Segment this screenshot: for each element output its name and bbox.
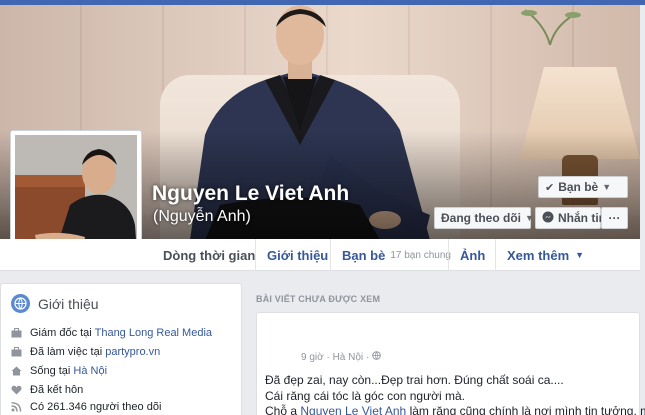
tab-photos[interactable]: Ảnh [448, 239, 496, 271]
globe-icon [11, 294, 30, 313]
home-icon [11, 366, 22, 377]
caret-down-icon: ▼ [575, 250, 585, 260]
mention-link[interactable]: Nguyen Le Viet Anh [300, 404, 406, 415]
more-options-button[interactable]: ··· [601, 207, 628, 229]
intro-item-followers: Có 261.346 người theo dõi [11, 401, 161, 413]
intro-panel: Giới thiệu Giám đốc tại Thang Long Real … [0, 283, 242, 415]
caret-down-icon: ▼ [525, 213, 534, 223]
profile-name[interactable]: Nguyen Le Viet Anh [152, 182, 349, 206]
caret-down-icon: ▼ [602, 182, 612, 192]
intro-item-past-work: Đã làm việc tại partypro.vn [11, 346, 160, 358]
globe-icon [372, 351, 381, 363]
message-button[interactable]: Nhắn tin [535, 207, 606, 229]
intro-item-lives-in: Sống tại Hà Nội [11, 365, 107, 377]
feed-post: 9 giờ · Hà Nội · Đã đẹp zai, nay còn...Đ… [256, 312, 645, 415]
tab-about[interactable]: Giới thiệu [255, 239, 339, 271]
check-icon: ✔ [545, 181, 555, 194]
tab-timeline[interactable]: Dòng thời gian [152, 239, 266, 271]
post-meta: 9 giờ · Hà Nội · [301, 351, 381, 363]
heart-icon [11, 385, 22, 396]
following-button[interactable]: Đang theo dõi ▼ [434, 207, 534, 229]
post-text: Đã đẹp zai, nay còn...Đẹp trai hơn. Đúng… [265, 373, 645, 415]
friends-button[interactable]: ✔ Bạn bè ▼ [538, 176, 628, 198]
tab-more[interactable]: Xem thêm ▼ [495, 239, 595, 271]
rss-icon [11, 402, 22, 413]
avatar [15, 135, 137, 253]
profile-alternate-name: (Nguyễn Anh) [153, 208, 251, 225]
intro-item-relationship: Đã kết hôn [11, 384, 83, 396]
briefcase-icon [11, 328, 22, 339]
intro-item-work: Giám đốc tại Thang Long Real Media [11, 327, 212, 339]
tab-friends[interactable]: Bạn bè 17 bạn chung [330, 239, 462, 271]
intro-header: Giới thiệu [11, 294, 99, 313]
city-link[interactable]: Hà Nội [73, 365, 107, 377]
profile-tabbar: Dòng thời gian Giới thiệu Bạn bè 17 bạn … [0, 239, 640, 271]
past-employer-link[interactable]: partypro.vn [105, 346, 160, 358]
intro-title: Giới thiệu [38, 295, 99, 312]
messenger-icon [542, 211, 554, 226]
unseen-posts-label: BÀI VIẾT CHƯA ĐƯỢC XEM [256, 294, 381, 304]
post-location[interactable]: Hà Nội [333, 352, 364, 363]
briefcase-icon [11, 347, 22, 358]
employer-link[interactable]: Thang Long Real Media [95, 327, 212, 339]
post-time[interactable]: 9 giờ [301, 352, 324, 363]
